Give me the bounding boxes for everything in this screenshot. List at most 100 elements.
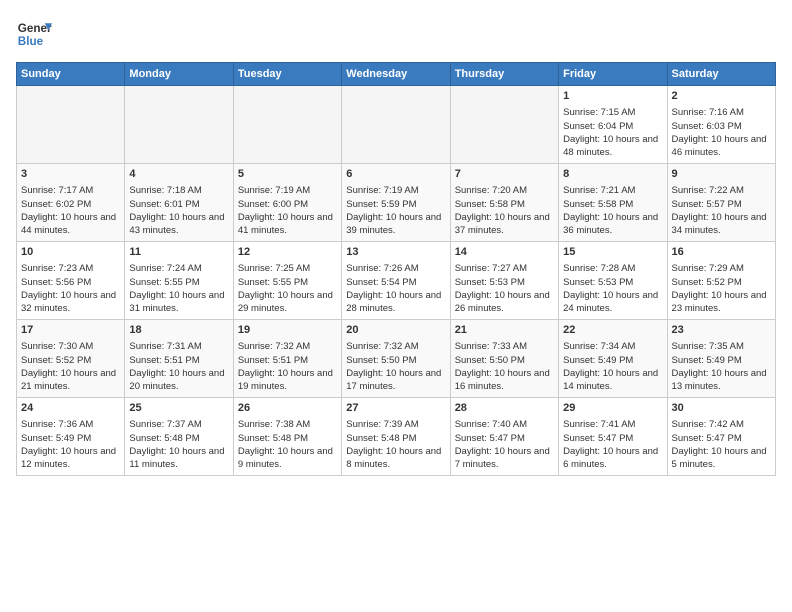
sunset-text: Sunset: 5:53 PM bbox=[455, 276, 554, 289]
calendar-cell: 25Sunrise: 7:37 AMSunset: 5:48 PMDayligh… bbox=[125, 398, 233, 476]
daylight-text: Daylight: 10 hours and 31 minutes. bbox=[129, 289, 228, 316]
calendar-cell: 7Sunrise: 7:20 AMSunset: 5:58 PMDaylight… bbox=[450, 164, 558, 242]
sunset-text: Sunset: 5:48 PM bbox=[238, 432, 337, 445]
sunset-text: Sunset: 5:52 PM bbox=[672, 276, 771, 289]
daylight-text: Daylight: 10 hours and 9 minutes. bbox=[238, 445, 337, 472]
sunrise-text: Sunrise: 7:38 AM bbox=[238, 418, 337, 431]
sunset-text: Sunset: 5:48 PM bbox=[346, 432, 445, 445]
sunset-text: Sunset: 5:47 PM bbox=[672, 432, 771, 445]
calendar-cell: 2Sunrise: 7:16 AMSunset: 6:03 PMDaylight… bbox=[667, 86, 775, 164]
calendar-cell: 10Sunrise: 7:23 AMSunset: 5:56 PMDayligh… bbox=[17, 242, 125, 320]
calendar-cell bbox=[17, 86, 125, 164]
sunrise-text: Sunrise: 7:30 AM bbox=[21, 340, 120, 353]
day-number: 14 bbox=[455, 245, 554, 260]
calendar-cell: 28Sunrise: 7:40 AMSunset: 5:47 PMDayligh… bbox=[450, 398, 558, 476]
day-number: 19 bbox=[238, 323, 337, 338]
calendar-cell: 6Sunrise: 7:19 AMSunset: 5:59 PMDaylight… bbox=[342, 164, 450, 242]
weekday-header-wednesday: Wednesday bbox=[342, 63, 450, 86]
weekday-header-sunday: Sunday bbox=[17, 63, 125, 86]
day-number: 25 bbox=[129, 401, 228, 416]
sunset-text: Sunset: 5:58 PM bbox=[563, 198, 662, 211]
calendar-cell: 15Sunrise: 7:28 AMSunset: 5:53 PMDayligh… bbox=[559, 242, 667, 320]
day-number: 8 bbox=[563, 167, 662, 182]
calendar-cell: 19Sunrise: 7:32 AMSunset: 5:51 PMDayligh… bbox=[233, 320, 341, 398]
sunrise-text: Sunrise: 7:28 AM bbox=[563, 262, 662, 275]
calendar-cell bbox=[450, 86, 558, 164]
calendar-cell: 27Sunrise: 7:39 AMSunset: 5:48 PMDayligh… bbox=[342, 398, 450, 476]
day-number: 9 bbox=[672, 167, 771, 182]
daylight-text: Daylight: 10 hours and 17 minutes. bbox=[346, 367, 445, 394]
daylight-text: Daylight: 10 hours and 8 minutes. bbox=[346, 445, 445, 472]
calendar-cell: 8Sunrise: 7:21 AMSunset: 5:58 PMDaylight… bbox=[559, 164, 667, 242]
daylight-text: Daylight: 10 hours and 28 minutes. bbox=[346, 289, 445, 316]
sunrise-text: Sunrise: 7:23 AM bbox=[21, 262, 120, 275]
calendar-cell bbox=[233, 86, 341, 164]
day-number: 30 bbox=[672, 401, 771, 416]
sunset-text: Sunset: 5:59 PM bbox=[346, 198, 445, 211]
sunrise-text: Sunrise: 7:26 AM bbox=[346, 262, 445, 275]
sunset-text: Sunset: 5:47 PM bbox=[563, 432, 662, 445]
calendar-cell: 3Sunrise: 7:17 AMSunset: 6:02 PMDaylight… bbox=[17, 164, 125, 242]
sunrise-text: Sunrise: 7:34 AM bbox=[563, 340, 662, 353]
calendar-cell: 14Sunrise: 7:27 AMSunset: 5:53 PMDayligh… bbox=[450, 242, 558, 320]
calendar-cell bbox=[125, 86, 233, 164]
daylight-text: Daylight: 10 hours and 16 minutes. bbox=[455, 367, 554, 394]
daylight-text: Daylight: 10 hours and 39 minutes. bbox=[346, 211, 445, 238]
daylight-text: Daylight: 10 hours and 19 minutes. bbox=[238, 367, 337, 394]
daylight-text: Daylight: 10 hours and 29 minutes. bbox=[238, 289, 337, 316]
daylight-text: Daylight: 10 hours and 12 minutes. bbox=[21, 445, 120, 472]
daylight-text: Daylight: 10 hours and 32 minutes. bbox=[21, 289, 120, 316]
calendar-cell: 21Sunrise: 7:33 AMSunset: 5:50 PMDayligh… bbox=[450, 320, 558, 398]
daylight-text: Daylight: 10 hours and 6 minutes. bbox=[563, 445, 662, 472]
logo-icon: General Blue bbox=[16, 16, 52, 52]
daylight-text: Daylight: 10 hours and 14 minutes. bbox=[563, 367, 662, 394]
daylight-text: Daylight: 10 hours and 43 minutes. bbox=[129, 211, 228, 238]
day-number: 5 bbox=[238, 167, 337, 182]
calendar-cell: 18Sunrise: 7:31 AMSunset: 5:51 PMDayligh… bbox=[125, 320, 233, 398]
calendar-week-2: 3Sunrise: 7:17 AMSunset: 6:02 PMDaylight… bbox=[17, 164, 776, 242]
page-header: General Blue bbox=[16, 16, 776, 52]
sunset-text: Sunset: 5:55 PM bbox=[129, 276, 228, 289]
day-number: 17 bbox=[21, 323, 120, 338]
calendar-table: SundayMondayTuesdayWednesdayThursdayFrid… bbox=[16, 62, 776, 476]
daylight-text: Daylight: 10 hours and 26 minutes. bbox=[455, 289, 554, 316]
daylight-text: Daylight: 10 hours and 24 minutes. bbox=[563, 289, 662, 316]
day-number: 11 bbox=[129, 245, 228, 260]
daylight-text: Daylight: 10 hours and 41 minutes. bbox=[238, 211, 337, 238]
sunrise-text: Sunrise: 7:40 AM bbox=[455, 418, 554, 431]
daylight-text: Daylight: 10 hours and 21 minutes. bbox=[21, 367, 120, 394]
calendar-cell: 4Sunrise: 7:18 AMSunset: 6:01 PMDaylight… bbox=[125, 164, 233, 242]
sunset-text: Sunset: 6:02 PM bbox=[21, 198, 120, 211]
day-number: 3 bbox=[21, 167, 120, 182]
sunset-text: Sunset: 5:47 PM bbox=[455, 432, 554, 445]
calendar-week-3: 10Sunrise: 7:23 AMSunset: 5:56 PMDayligh… bbox=[17, 242, 776, 320]
sunrise-text: Sunrise: 7:36 AM bbox=[21, 418, 120, 431]
sunrise-text: Sunrise: 7:42 AM bbox=[672, 418, 771, 431]
calendar-cell: 22Sunrise: 7:34 AMSunset: 5:49 PMDayligh… bbox=[559, 320, 667, 398]
day-number: 4 bbox=[129, 167, 228, 182]
day-number: 20 bbox=[346, 323, 445, 338]
sunrise-text: Sunrise: 7:35 AM bbox=[672, 340, 771, 353]
calendar-cell: 1Sunrise: 7:15 AMSunset: 6:04 PMDaylight… bbox=[559, 86, 667, 164]
sunrise-text: Sunrise: 7:29 AM bbox=[672, 262, 771, 275]
sunrise-text: Sunrise: 7:19 AM bbox=[346, 184, 445, 197]
calendar-cell bbox=[342, 86, 450, 164]
daylight-text: Daylight: 10 hours and 7 minutes. bbox=[455, 445, 554, 472]
day-number: 7 bbox=[455, 167, 554, 182]
sunset-text: Sunset: 6:00 PM bbox=[238, 198, 337, 211]
daylight-text: Daylight: 10 hours and 20 minutes. bbox=[129, 367, 228, 394]
weekday-header-monday: Monday bbox=[125, 63, 233, 86]
weekday-header-row: SundayMondayTuesdayWednesdayThursdayFrid… bbox=[17, 63, 776, 86]
weekday-header-saturday: Saturday bbox=[667, 63, 775, 86]
daylight-text: Daylight: 10 hours and 46 minutes. bbox=[672, 133, 771, 160]
day-number: 1 bbox=[563, 89, 662, 104]
calendar-week-1: 1Sunrise: 7:15 AMSunset: 6:04 PMDaylight… bbox=[17, 86, 776, 164]
calendar-cell: 29Sunrise: 7:41 AMSunset: 5:47 PMDayligh… bbox=[559, 398, 667, 476]
sunset-text: Sunset: 5:49 PM bbox=[21, 432, 120, 445]
day-number: 29 bbox=[563, 401, 662, 416]
day-number: 12 bbox=[238, 245, 337, 260]
sunset-text: Sunset: 5:56 PM bbox=[21, 276, 120, 289]
day-number: 13 bbox=[346, 245, 445, 260]
weekday-header-thursday: Thursday bbox=[450, 63, 558, 86]
sunrise-text: Sunrise: 7:32 AM bbox=[346, 340, 445, 353]
